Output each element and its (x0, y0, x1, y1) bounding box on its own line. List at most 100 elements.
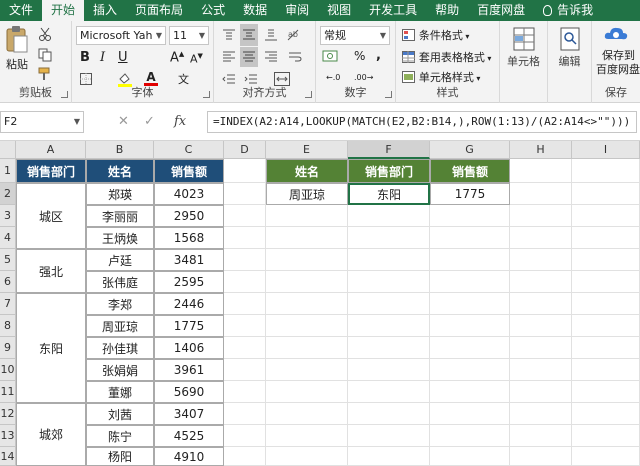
align-top-icon[interactable] (222, 29, 236, 41)
empty-cell[interactable] (266, 381, 348, 403)
empty-cell[interactable] (572, 271, 640, 293)
empty-cell[interactable] (224, 337, 266, 359)
name-cell[interactable]: 李丽丽 (86, 205, 154, 227)
decrease-font-button[interactable]: A▼ (190, 52, 203, 66)
orientation-icon[interactable]: ab (286, 28, 302, 42)
column-header-h[interactable]: H (510, 141, 572, 159)
empty-cell[interactable] (572, 159, 640, 183)
empty-cell[interactable] (510, 425, 572, 447)
empty-cell[interactable] (266, 425, 348, 447)
lookup-header-cell[interactable]: 姓名 (266, 159, 348, 183)
name-cell[interactable]: 张伟庭 (86, 271, 154, 293)
empty-cell[interactable] (510, 183, 572, 205)
row-header-7[interactable]: 7 (0, 293, 16, 315)
row-header-5[interactable]: 5 (0, 249, 16, 271)
tell-me-search[interactable]: 告诉我 (534, 0, 602, 21)
empty-cell[interactable] (510, 337, 572, 359)
bold-button[interactable]: B (80, 50, 90, 65)
empty-cell[interactable] (510, 447, 572, 466)
empty-cell[interactable] (224, 183, 266, 205)
empty-cell[interactable] (572, 249, 640, 271)
row-header-8[interactable]: 8 (0, 315, 16, 337)
empty-cell[interactable] (572, 425, 640, 447)
name-cell[interactable]: 周亚琼 (86, 315, 154, 337)
wrap-text-icon[interactable] (288, 51, 302, 63)
empty-cell[interactable] (266, 403, 348, 425)
empty-cell[interactable] (224, 271, 266, 293)
empty-cell[interactable] (510, 315, 572, 337)
sales-cell[interactable]: 4023 (154, 183, 224, 205)
row-header-14[interactable]: 14 (0, 447, 16, 466)
tab-help[interactable]: 帮助 (426, 0, 468, 21)
empty-cell[interactable] (266, 447, 348, 466)
table1-header-cell[interactable]: 姓名 (86, 159, 154, 183)
department-merged-cell[interactable]: 强北 (16, 249, 86, 293)
lookup-result-cell[interactable]: 1775 (430, 183, 510, 205)
sales-cell[interactable]: 3481 (154, 249, 224, 271)
empty-cell[interactable] (348, 447, 430, 466)
sales-cell[interactable]: 3407 (154, 403, 224, 425)
empty-cell[interactable] (224, 249, 266, 271)
empty-cell[interactable] (430, 293, 510, 315)
name-cell[interactable]: 孙佳琪 (86, 337, 154, 359)
empty-cell[interactable] (348, 359, 430, 381)
column-header-e[interactable]: E (266, 141, 348, 159)
empty-cell[interactable] (572, 227, 640, 249)
empty-cell[interactable] (348, 271, 430, 293)
cancel-icon[interactable]: ✕ (118, 111, 129, 133)
italic-button[interactable]: I (100, 50, 105, 65)
column-header-a[interactable]: A (16, 141, 86, 159)
tab-file[interactable]: 文件 (0, 0, 42, 21)
empty-cell[interactable] (572, 381, 640, 403)
find-select-icon[interactable] (560, 27, 580, 51)
number-format-combo[interactable]: 常规 ▼ (320, 26, 390, 45)
tab-insert[interactable]: 插入 (84, 0, 126, 21)
empty-cell[interactable] (510, 227, 572, 249)
empty-cell[interactable] (266, 337, 348, 359)
percent-button[interactable]: % (354, 49, 365, 63)
name-cell[interactable]: 张娟娟 (86, 359, 154, 381)
row-header-4[interactable]: 4 (0, 227, 16, 249)
empty-cell[interactable] (224, 315, 266, 337)
empty-cell[interactable] (224, 205, 266, 227)
empty-cell[interactable] (224, 403, 266, 425)
empty-cell[interactable] (572, 293, 640, 315)
empty-cell[interactable] (510, 293, 572, 315)
sales-cell[interactable]: 2950 (154, 205, 224, 227)
empty-cell[interactable] (510, 381, 572, 403)
name-cell[interactable]: 杨阳 (86, 447, 154, 466)
increase-decimal-button[interactable]: ←.0 (326, 73, 340, 82)
enter-icon[interactable]: ✓ (144, 111, 155, 133)
empty-cell[interactable] (266, 315, 348, 337)
clipboard-launcher[interactable] (61, 91, 68, 98)
empty-cell[interactable] (572, 205, 640, 227)
sales-cell[interactable]: 1406 (154, 337, 224, 359)
lookup-header-cell[interactable]: 销售部门 (348, 159, 430, 183)
empty-cell[interactable] (430, 447, 510, 466)
empty-cell[interactable] (510, 159, 572, 183)
empty-cell[interactable] (224, 227, 266, 249)
accounting-format-icon[interactable] (322, 49, 338, 63)
column-header-c[interactable]: C (154, 141, 224, 159)
sales-cell[interactable]: 5690 (154, 381, 224, 403)
selected-cell-f2[interactable]: 东阳 (348, 183, 430, 205)
row-header-2[interactable]: 2 (0, 183, 16, 205)
name-cell[interactable]: 刘茜 (86, 403, 154, 425)
empty-cell[interactable] (224, 447, 266, 466)
empty-cell[interactable] (224, 293, 266, 315)
tab-data[interactable]: 数据 (234, 0, 276, 21)
name-cell[interactable]: 郑瑛 (86, 183, 154, 205)
align-bottom-icon[interactable] (264, 29, 278, 41)
sales-cell[interactable]: 4525 (154, 425, 224, 447)
column-header-d[interactable]: D (224, 141, 266, 159)
select-all-corner[interactable] (0, 141, 16, 159)
alignment-launcher[interactable] (305, 91, 312, 98)
empty-cell[interactable] (430, 227, 510, 249)
comma-button[interactable]: , (376, 48, 381, 63)
sales-cell[interactable]: 2595 (154, 271, 224, 293)
empty-cell[interactable] (572, 447, 640, 466)
font-size-combo[interactable]: 11 ▼ (169, 26, 209, 45)
align-right-icon[interactable] (264, 51, 278, 63)
row-header-11[interactable]: 11 (0, 381, 16, 403)
increase-font-button[interactable]: A▲ (170, 50, 184, 65)
